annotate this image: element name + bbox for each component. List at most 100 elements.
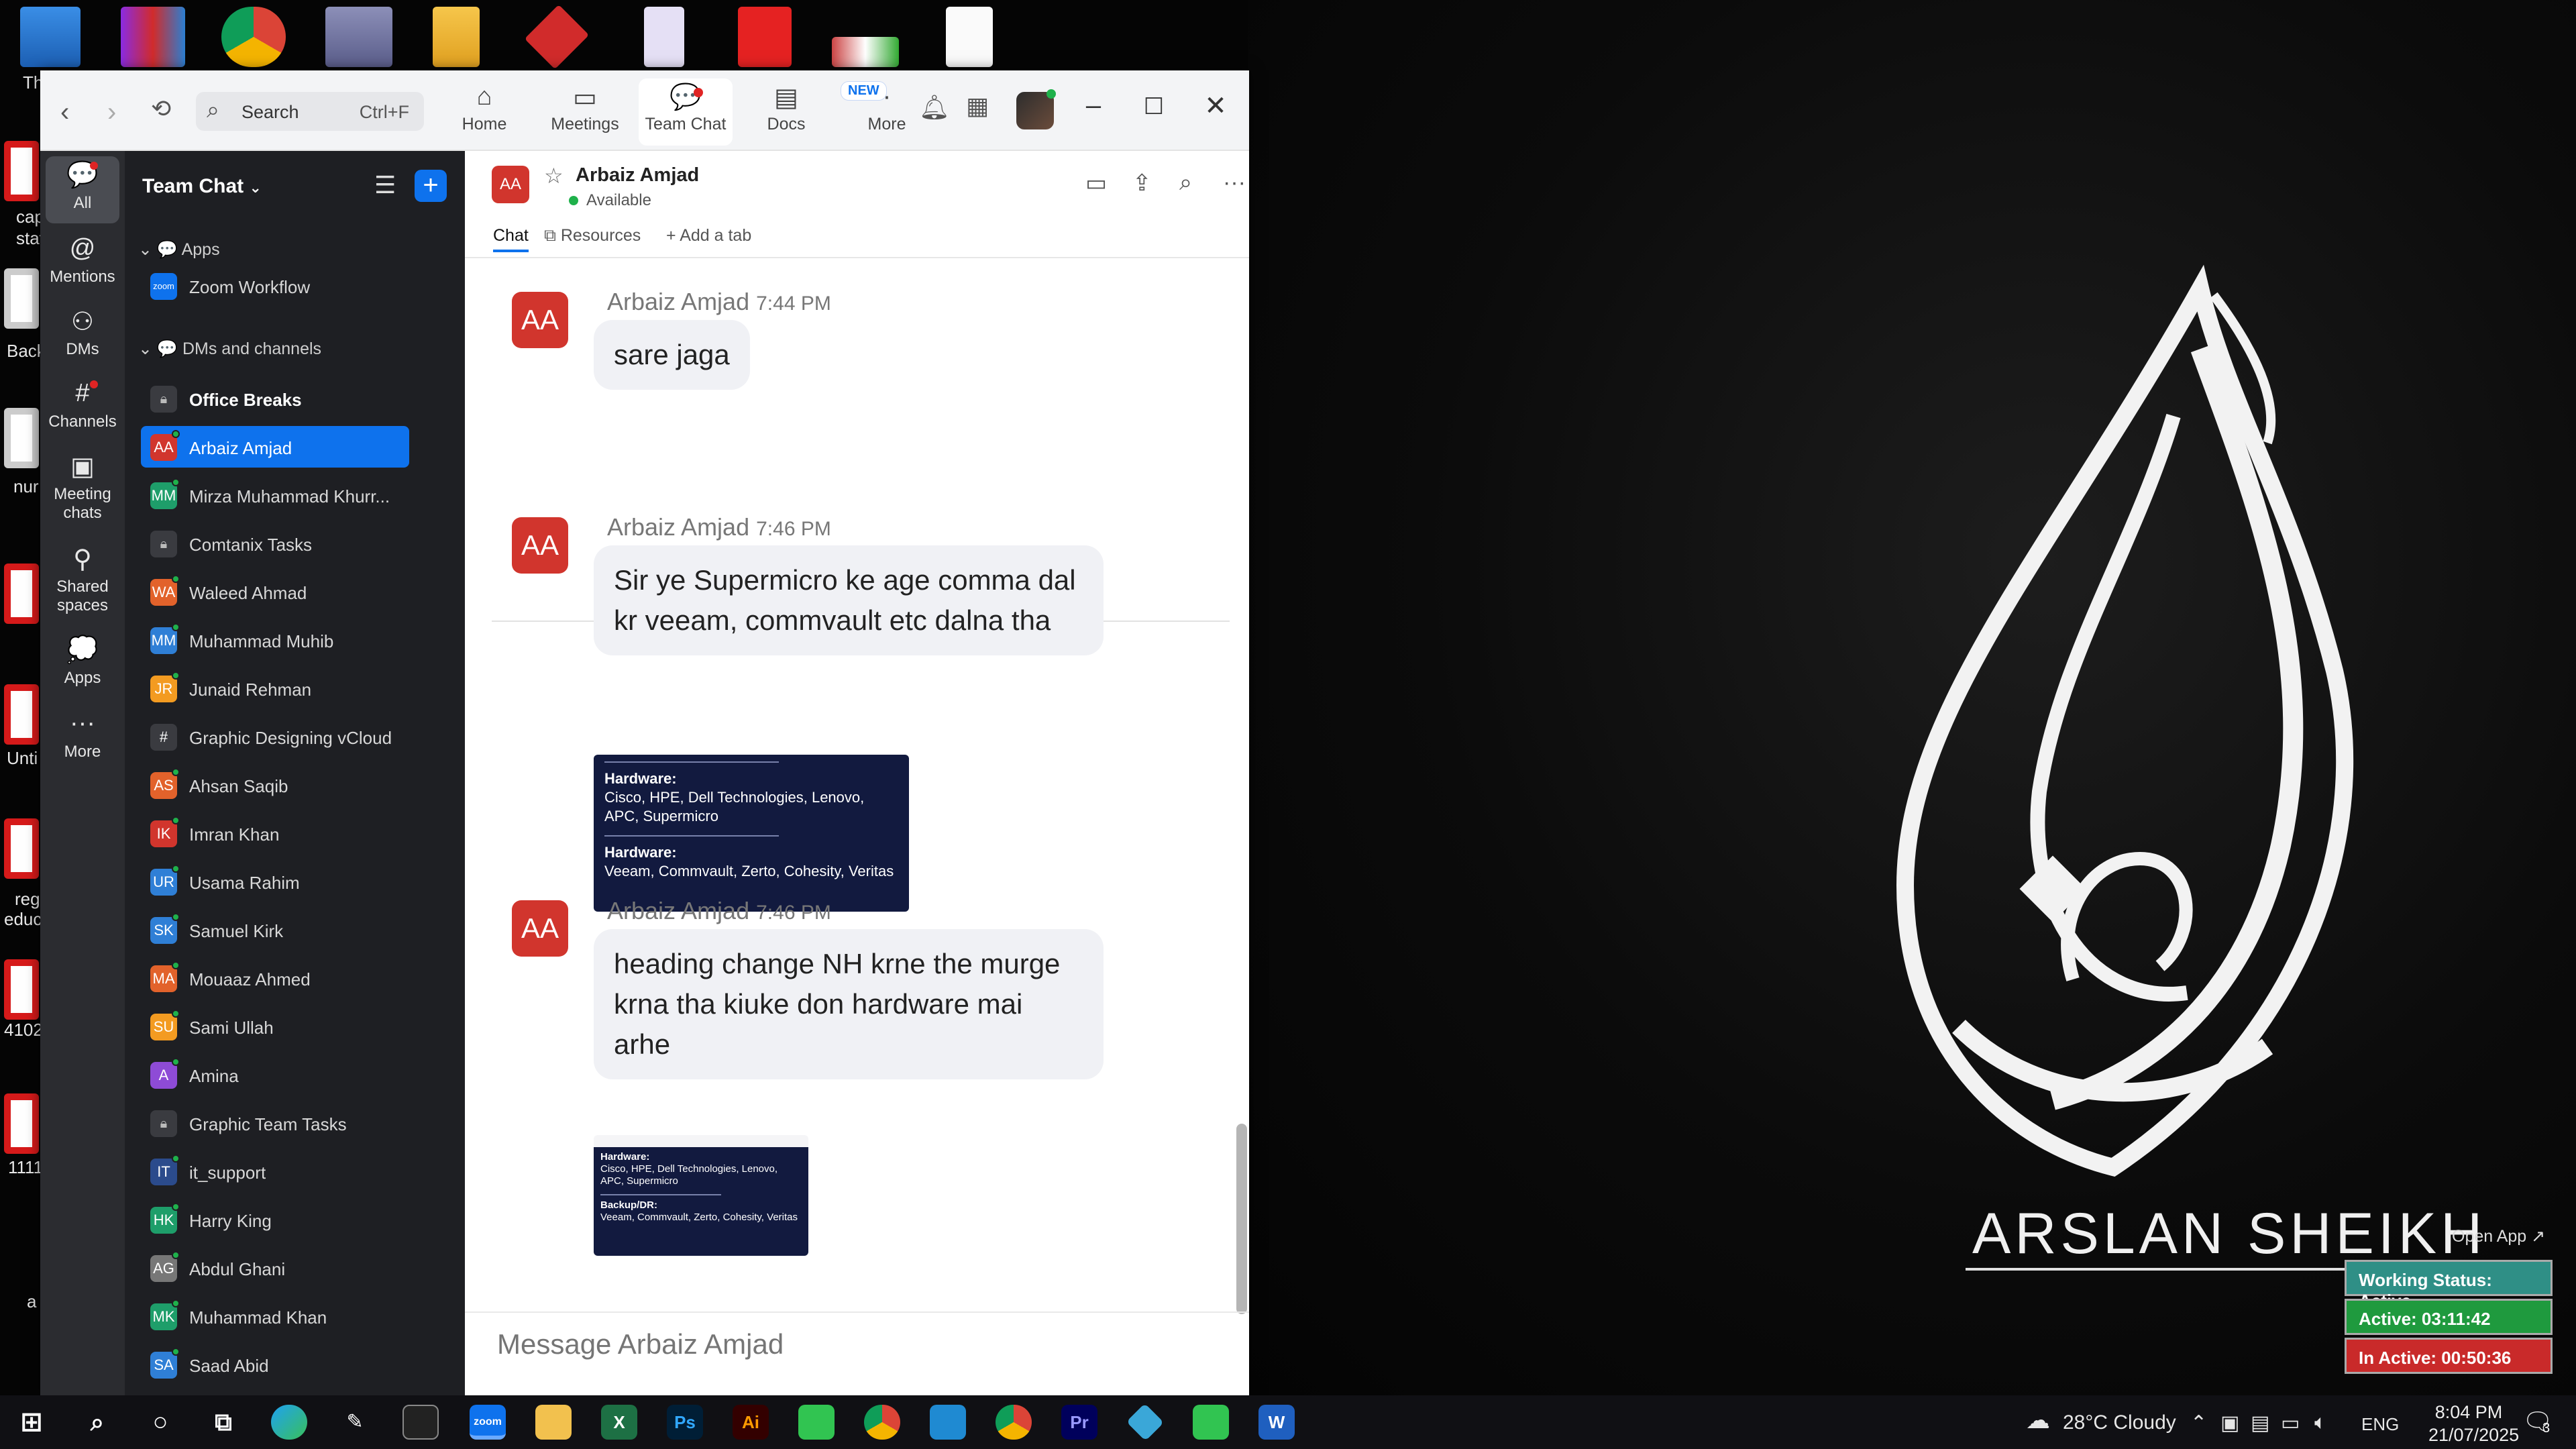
zoom-app-icon[interactable]: zoom — [470, 1405, 506, 1440]
sidebar-item[interactable]: MK Muhammad Khan — [141, 1295, 409, 1337]
volume-icon[interactable]: 🔈︎ — [2314, 1411, 2326, 1434]
search-icon[interactable]: ⌕ — [79, 1405, 115, 1440]
network-icon[interactable]: ▭ — [2281, 1411, 2300, 1435]
sidebar-item[interactable]: SU Sami Ullah — [141, 1006, 409, 1047]
sidebar-item[interactable]: AA Arbaiz Amjad — [141, 426, 409, 468]
windows-start-icon[interactable]: ⊞ — [13, 1405, 50, 1440]
rail-channels[interactable]: # Channels — [46, 375, 119, 442]
contact-name[interactable]: Arbaiz Amjad — [576, 164, 699, 186]
message-avatar[interactable]: AA — [512, 900, 568, 957]
image-attachment[interactable]: Hardware: Cisco, HPE, Dell Technologies,… — [594, 1135, 808, 1256]
nav-docs[interactable]: ▤ Docs — [739, 78, 833, 146]
more-options-icon[interactable]: ··· — [1223, 170, 1246, 196]
rail-shared-spaces[interactable]: ⚲ Shared spaces — [46, 540, 119, 621]
desk-file-icon[interactable] — [4, 684, 39, 745]
desk-file-icon[interactable] — [4, 959, 39, 1020]
desk-file-icon[interactable] — [4, 141, 39, 201]
list-item-zoom-workflow[interactable]: zoom Zoom Workflow — [141, 265, 409, 307]
tray-app2-icon[interactable]: ▤ — [2251, 1411, 2269, 1435]
desk-file-icon[interactable] — [4, 1093, 39, 1154]
search-icon[interactable]: ⌕ — [1179, 170, 1192, 196]
folder-zip-icon[interactable] — [433, 7, 480, 67]
message-input[interactable] — [497, 1328, 1168, 1360]
back-arrow-icon[interactable]: ‹ — [60, 97, 69, 127]
desk-file-icon[interactable] — [4, 408, 39, 468]
sidebar-item[interactable]: IK Imran Khan — [141, 812, 409, 854]
cortana-icon[interactable]: ○ — [142, 1405, 178, 1440]
rail-mentions[interactable]: @ Mentions — [46, 230, 119, 297]
chrome-profile-icon[interactable] — [996, 1405, 1032, 1440]
illustrator-icon[interactable]: Ai — [733, 1405, 769, 1440]
file-explorer-icon[interactable] — [535, 1405, 572, 1440]
section-apps[interactable]: ⌄ 💬 Apps — [138, 239, 220, 260]
history-icon[interactable]: ⟲ — [151, 95, 171, 123]
language-indicator[interactable]: ENG — [2361, 1414, 2399, 1435]
diamond-app-icon[interactable] — [1126, 1403, 1165, 1442]
contact-avatar[interactable]: AA — [492, 166, 529, 203]
rail-more[interactable]: ··· More — [46, 705, 119, 772]
premiere-icon[interactable]: Pr — [1061, 1405, 1097, 1440]
filter-icon[interactable]: ☰ — [374, 171, 396, 199]
sidebar-item[interactable]: JR Junaid Rehman — [141, 667, 409, 709]
sidebar-item[interactable]: SA Saad Abid — [141, 1344, 409, 1385]
tray-app-icon[interactable]: ▣ — [2220, 1411, 2239, 1435]
nav-home[interactable]: ⌂ Home — [437, 78, 531, 146]
sidebar-item[interactable]: MA Mouaaz Ahmed — [141, 957, 409, 999]
sidebar-item[interactable]: 🔒︎ Graphic Team Tasks — [141, 1102, 409, 1144]
tab-add[interactable]: + Add a tab — [666, 226, 751, 246]
chrome-taskbar-icon[interactable] — [864, 1405, 900, 1440]
rail-all[interactable]: 💬 All — [46, 156, 119, 223]
sidebar-item[interactable]: 🔒︎ Office Breaks — [141, 378, 409, 419]
star-icon[interactable]: ☆ — [544, 163, 564, 189]
sidebar-item[interactable]: SK Samuel Kirk — [141, 909, 409, 951]
edge-icon[interactable] — [271, 1405, 307, 1440]
bell-icon[interactable]: 🔔︎ — [919, 93, 950, 121]
new-chat-plus-icon[interactable]: + — [415, 170, 447, 202]
nav-meetings[interactable]: ▭ Meetings — [538, 78, 632, 146]
sidebar-item[interactable]: MM Muhammad Muhib — [141, 619, 409, 661]
share-screen-icon[interactable]: ⇪ — [1132, 170, 1152, 197]
chrome-icon[interactable] — [221, 7, 286, 67]
system-clock[interactable]: 8:04 PM 21/07/2025 — [2428, 1401, 2519, 1446]
minimize-icon[interactable]: – — [1073, 91, 1114, 121]
sidebar-item[interactable]: # Graphic Designing vCloud — [141, 716, 409, 757]
terminal-icon[interactable] — [402, 1405, 439, 1440]
sidebar-item[interactable]: IT it_support — [141, 1150, 409, 1192]
sidebar-title[interactable]: Team Chat ⌄ — [142, 175, 262, 198]
vscode-icon[interactable] — [930, 1405, 966, 1440]
file-icon[interactable] — [644, 7, 684, 67]
open-app-link[interactable]: Open App ↗ — [2452, 1226, 2545, 1246]
rail-apps[interactable]: 💭 Apps — [46, 631, 119, 698]
message-avatar[interactable]: AA — [512, 292, 568, 348]
forward-arrow-icon[interactable]: › — [107, 97, 116, 127]
rail-meeting-chats[interactable]: ▣ Meeting chats — [46, 447, 119, 528]
task-view-icon[interactable]: ⧉ — [205, 1405, 241, 1440]
video-call-icon[interactable]: ▭ — [1085, 170, 1107, 197]
rail-dms[interactable]: ⚇ DMs — [46, 303, 119, 370]
sidebar-item[interactable]: WA Waleed Ahmad — [141, 571, 409, 612]
weather-text[interactable]: 28°C Cloudy — [2063, 1411, 2176, 1434]
sidebar-item[interactable]: 🔒︎ Comtanix Tasks — [141, 523, 409, 564]
blank-file-icon[interactable] — [946, 7, 993, 67]
message-bubble[interactable]: Sir ye Supermicro ke age comma dal kr ve… — [594, 545, 1104, 655]
scrollbar[interactable] — [1236, 1124, 1247, 1314]
image-attachment[interactable]: Hardware: Cisco, HPE, Dell Technologies,… — [594, 755, 909, 912]
message-bubble[interactable]: heading change NH krne the murge krna th… — [594, 929, 1104, 1079]
image-file-icon[interactable] — [832, 37, 899, 67]
sidebar-item[interactable]: AS Ahsan Saqib — [141, 764, 409, 806]
sidebar-item[interactable]: HK Harry King — [141, 1199, 409, 1240]
winrar-icon[interactable] — [121, 7, 185, 67]
sidebar-item[interactable]: A Amina — [141, 1054, 409, 1095]
calendar-icon[interactable]: ▦ — [966, 92, 989, 120]
sidebar-item[interactable]: UR Usama Rahim — [141, 861, 409, 902]
tab-resources[interactable]: ⧉ Resources — [544, 226, 641, 246]
green-app2-icon[interactable] — [1193, 1405, 1229, 1440]
nav-team-chat[interactable]: 💬 Team Chat — [639, 78, 733, 146]
this-pc-icon[interactable] — [20, 7, 80, 67]
green-app-icon[interactable] — [798, 1405, 835, 1440]
close-icon[interactable]: ✕ — [1195, 91, 1236, 121]
search-box[interactable]: ⌕ Search Ctrl+F — [196, 92, 424, 131]
desk-file-icon[interactable] — [4, 818, 39, 879]
tab-chat[interactable]: Chat — [493, 226, 529, 252]
app-diamond-icon[interactable] — [524, 4, 590, 70]
